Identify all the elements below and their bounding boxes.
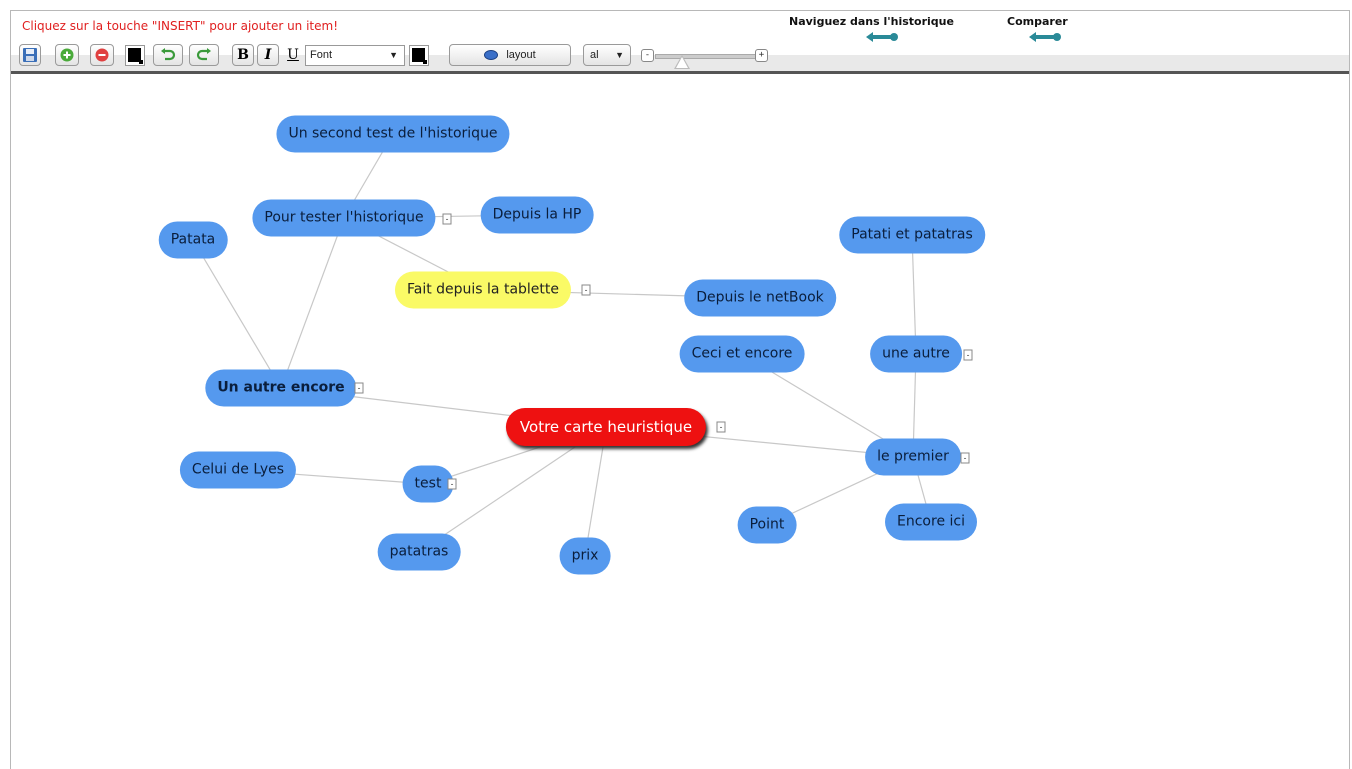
mindmap-node[interactable]: le premier <box>865 438 961 476</box>
mindmap-node[interactable]: Patati et patatras <box>839 216 985 254</box>
mindmap-node[interactable]: Un autre encore <box>205 369 357 407</box>
mindmap-node[interactable]: une autre <box>870 335 962 373</box>
mindmap-links <box>192 133 932 557</box>
mindmap-node[interactable]: Depuis le netBook <box>684 279 836 317</box>
collapse-toggle[interactable]: - <box>716 421 726 433</box>
mindmap-node[interactable]: Un second test de l'historique <box>276 115 510 153</box>
collapse-toggle[interactable]: - <box>963 349 973 361</box>
mindmap-node[interactable]: Patata <box>158 221 228 259</box>
mindmap-node[interactable]: prix <box>559 537 611 575</box>
link <box>280 217 345 389</box>
collapse-toggle[interactable]: - <box>960 452 970 464</box>
mindmap-node[interactable]: Depuis la HP <box>480 196 594 234</box>
mindmap-node-highlighted[interactable]: Fait depuis la tablette <box>394 271 572 309</box>
mindmap-root-node[interactable]: Votre carte heuristique <box>505 408 707 446</box>
mindmap-node[interactable]: Encore ici <box>885 503 977 541</box>
mindmap-node[interactable]: patatras <box>377 533 461 571</box>
mindmap-node[interactable]: Celui de Lyes <box>179 451 297 489</box>
mindmap-node[interactable]: test <box>402 465 454 503</box>
mindmap-node[interactable]: Point <box>737 506 797 544</box>
mindmap-node[interactable]: Ceci et encore <box>679 335 805 373</box>
collapse-toggle[interactable]: - <box>447 478 457 490</box>
collapse-toggle[interactable]: - <box>581 284 591 296</box>
link <box>192 239 282 389</box>
mindmap-node[interactable]: Pour tester l'historique <box>252 199 436 237</box>
collapse-toggle[interactable]: - <box>442 213 452 225</box>
collapse-toggle[interactable]: - <box>354 382 364 394</box>
